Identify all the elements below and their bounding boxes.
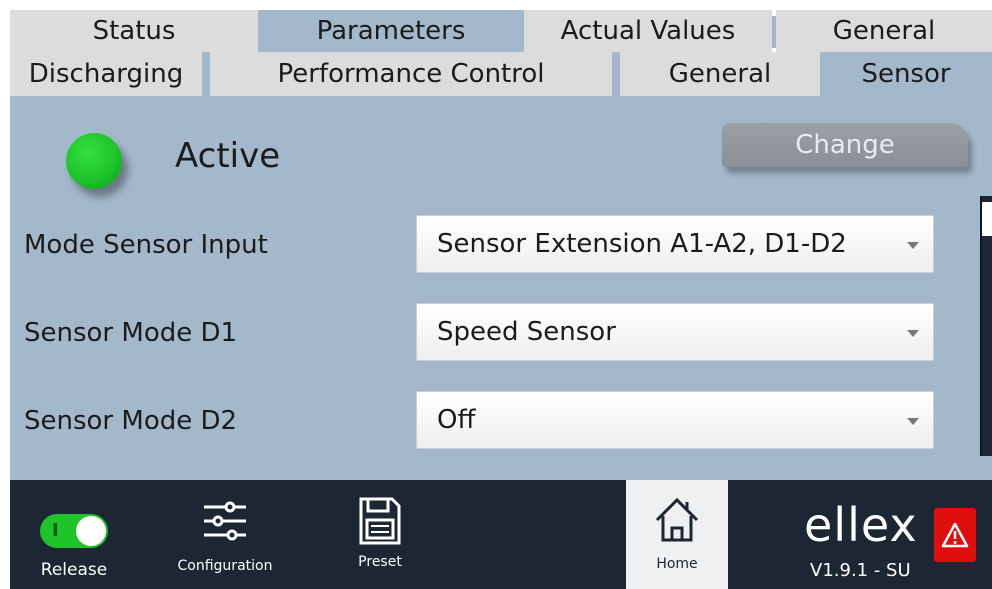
dropdown-value: Speed Sensor <box>437 317 616 347</box>
sensor-mode-d1-dropdown[interactable]: Speed Sensor <box>416 303 934 361</box>
release-label: Release <box>40 560 108 580</box>
release-toggle[interactable]: I <box>40 514 108 548</box>
configuration-nav-item[interactable]: Configuration <box>170 480 280 589</box>
mode-sensor-input-dropdown[interactable]: Sensor Extension A1-A2, D1-D2 <box>416 215 934 273</box>
scrollbar[interactable] <box>980 196 992 456</box>
dropdown-value: Off <box>437 405 476 435</box>
tab-status[interactable]: Status <box>10 10 258 52</box>
toggle-on-mark: I <box>52 520 59 541</box>
subtab-performance-control[interactable]: Performance Control <box>210 52 612 96</box>
sensor-mode-d2-label: Sensor Mode D2 <box>24 406 238 436</box>
bottom-nav-bar: I Release Configuration Preset Home elle… <box>10 480 992 589</box>
preset-nav-item[interactable]: Preset <box>340 480 420 589</box>
release-nav-item[interactable]: I Release <box>28 480 120 589</box>
ellex-logo: ellex <box>804 498 918 552</box>
subtab-general[interactable]: General <box>620 52 820 96</box>
status-led-indicator <box>66 133 122 189</box>
tab-divider <box>612 52 620 96</box>
version-label: V1.9.1 - SU <box>810 560 911 581</box>
warning-icon <box>941 522 969 548</box>
status-label: Active <box>175 136 281 176</box>
configuration-label: Configuration <box>177 558 273 574</box>
subtab-sensor[interactable]: Sensor <box>820 52 992 96</box>
scrollbar-thumb[interactable] <box>982 202 992 236</box>
chevron-down-icon <box>907 418 919 425</box>
tab-actual-values[interactable]: Actual Values <box>524 10 772 52</box>
home-nav-item[interactable]: Home <box>626 480 728 589</box>
chevron-down-icon <box>907 330 919 337</box>
mode-sensor-input-label: Mode Sensor Input <box>24 230 268 260</box>
chevron-down-icon <box>907 242 919 249</box>
home-label: Home <box>656 556 698 572</box>
toggle-knob <box>76 516 106 546</box>
main-tab-bar: Status Parameters Actual Values General <box>10 10 992 52</box>
sub-tab-bar: Discharging Performance Control General … <box>10 52 992 96</box>
sensor-settings-panel: Active Change Mode Sensor Input Sensor E… <box>10 96 992 480</box>
sensor-mode-d1-label: Sensor Mode D1 <box>24 318 238 348</box>
subtab-discharging[interactable]: Discharging <box>10 52 202 96</box>
sensor-mode-d2-dropdown[interactable]: Off <box>416 391 934 449</box>
sliders-icon <box>204 501 246 541</box>
tab-divider <box>202 52 210 96</box>
tab-parameters[interactable]: Parameters <box>258 10 524 52</box>
tab-general[interactable]: General <box>776 10 992 52</box>
preset-label: Preset <box>358 554 402 570</box>
alarm-button[interactable] <box>934 508 976 562</box>
change-button[interactable]: Change <box>722 123 968 167</box>
dropdown-value: Sensor Extension A1-A2, D1-D2 <box>437 229 847 259</box>
save-icon <box>359 497 401 545</box>
home-icon <box>655 497 699 542</box>
